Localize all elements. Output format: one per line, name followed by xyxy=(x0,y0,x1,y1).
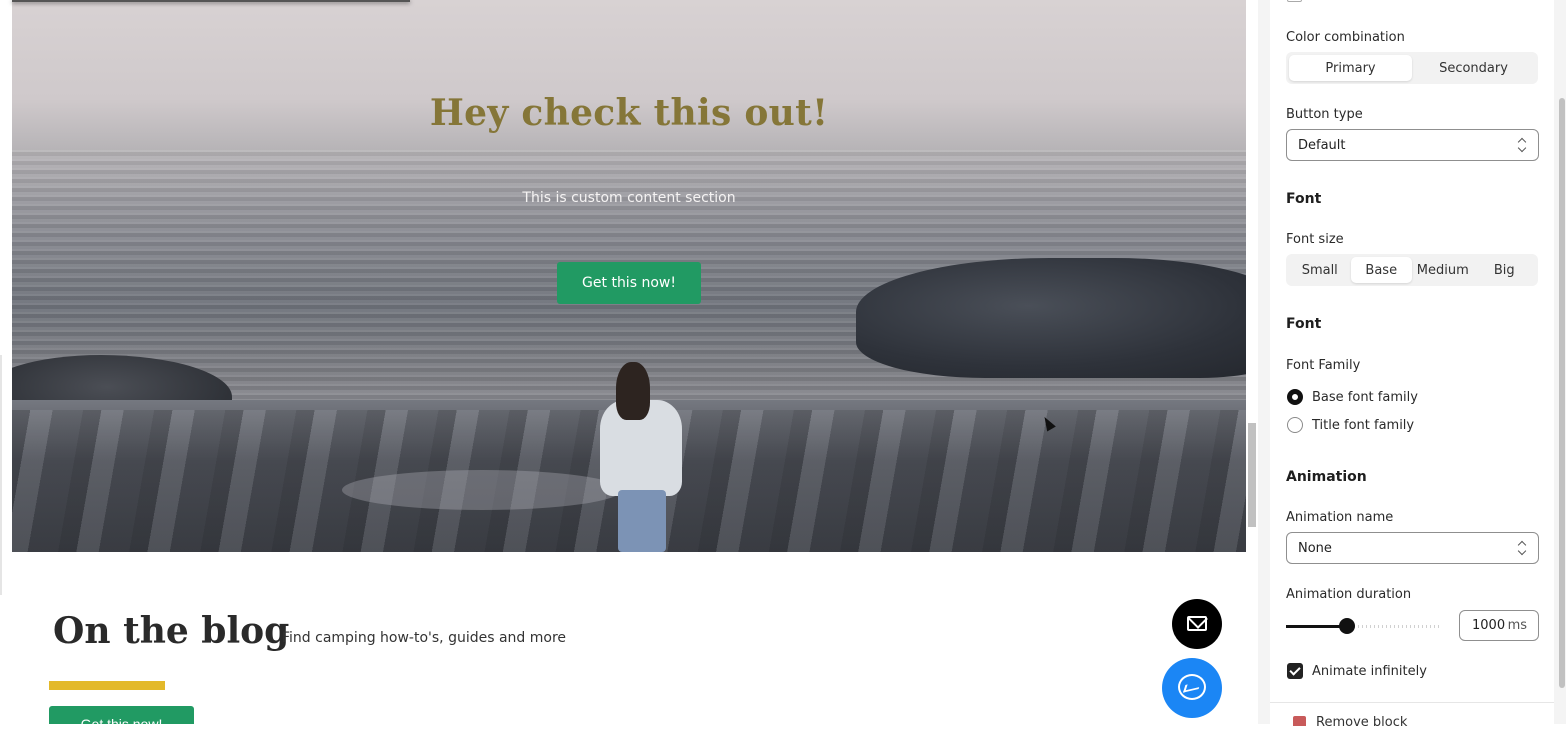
font-section-title: Font xyxy=(1286,191,1322,207)
chevron-updown-icon xyxy=(1518,138,1526,152)
hero-image-person xyxy=(600,362,688,552)
chevron-updown-icon xyxy=(1518,541,1526,555)
hero-section[interactable]: Hey check this out! This is custom conte… xyxy=(12,0,1246,552)
color-combination-label: Color combination xyxy=(1286,30,1405,45)
left-edge-mark xyxy=(0,355,2,595)
radio-title-font-label[interactable]: Title font family xyxy=(1312,418,1414,433)
hero-title: Hey check this out! xyxy=(429,92,829,134)
font-family-label: Font Family xyxy=(1286,358,1361,373)
hero-subtitle: This is custom content section xyxy=(522,190,736,206)
mail-icon xyxy=(1187,616,1207,631)
color-option-secondary[interactable]: Secondary xyxy=(1412,55,1535,81)
button-type-label: Button type xyxy=(1286,107,1363,122)
panel-footer xyxy=(1270,702,1554,724)
animation-name-select[interactable]: None xyxy=(1286,532,1539,564)
animate-infinitely-label[interactable]: Animate infinitely xyxy=(1312,664,1427,679)
duration-slider-thumb[interactable] xyxy=(1339,618,1355,634)
hero-image-tidepool xyxy=(342,470,622,510)
duration-slider-fill xyxy=(1286,625,1347,628)
email-fab-button[interactable] xyxy=(1172,599,1222,649)
remove-block-label[interactable]: Remove block xyxy=(1316,715,1407,730)
color-combination-toggle[interactable]: Primary Secondary xyxy=(1286,52,1538,84)
font-size-small[interactable]: Small xyxy=(1289,257,1351,283)
duration-input[interactable]: 1000 ms xyxy=(1459,610,1539,641)
animation-section-title: Animation xyxy=(1286,469,1367,485)
preview-scrollbar-thumb[interactable] xyxy=(1248,423,1256,527)
hero-image-rock-right xyxy=(856,258,1246,378)
font-family-section-title: Font xyxy=(1286,316,1322,332)
button-type-select[interactable]: Default xyxy=(1286,129,1539,161)
hero-cta-button[interactable]: Get this now! xyxy=(557,262,701,304)
preview-scrollbar[interactable] xyxy=(1246,0,1258,724)
radio-title-font[interactable] xyxy=(1287,417,1303,433)
font-size-medium[interactable]: Medium xyxy=(1412,257,1474,283)
animation-name-value: None xyxy=(1298,541,1332,556)
font-size-label: Font size xyxy=(1286,232,1344,247)
blog-subtitle: Find camping how-to's, guides and more xyxy=(282,630,567,646)
left-edge xyxy=(0,0,12,724)
settings-scrollbar[interactable] xyxy=(1558,0,1566,724)
settings-scrollbar-thumb[interactable] xyxy=(1559,98,1565,688)
font-size-toggle[interactable]: Small Base Medium Big xyxy=(1286,254,1538,286)
remove-block-icon[interactable] xyxy=(1293,716,1306,726)
top-toolbar-shadow xyxy=(12,0,410,2)
blog-cta-button[interactable]: Get this now! xyxy=(49,706,194,724)
color-option-primary[interactable]: Primary xyxy=(1289,55,1412,81)
messenger-fab-button[interactable] xyxy=(1162,658,1222,718)
page-preview: Hey check this out! This is custom conte… xyxy=(0,0,1258,724)
blog-title: On the blog xyxy=(53,610,290,652)
duration-unit: ms xyxy=(1507,618,1527,633)
animate-infinitely-checkbox[interactable] xyxy=(1287,663,1303,679)
font-size-base[interactable]: Base xyxy=(1350,257,1412,283)
button-type-value: Default xyxy=(1298,138,1346,153)
radio-base-font-label[interactable]: Base font family xyxy=(1312,390,1418,405)
font-size-big[interactable]: Big xyxy=(1474,257,1536,283)
blog-accent-bar xyxy=(49,681,165,690)
duration-input-value[interactable]: 1000 xyxy=(1472,618,1505,633)
animation-name-label: Animation name xyxy=(1286,510,1394,525)
animation-duration-label: Animation duration xyxy=(1286,587,1412,602)
radio-base-font[interactable] xyxy=(1287,389,1303,405)
partial-checkbox[interactable] xyxy=(1287,0,1302,2)
